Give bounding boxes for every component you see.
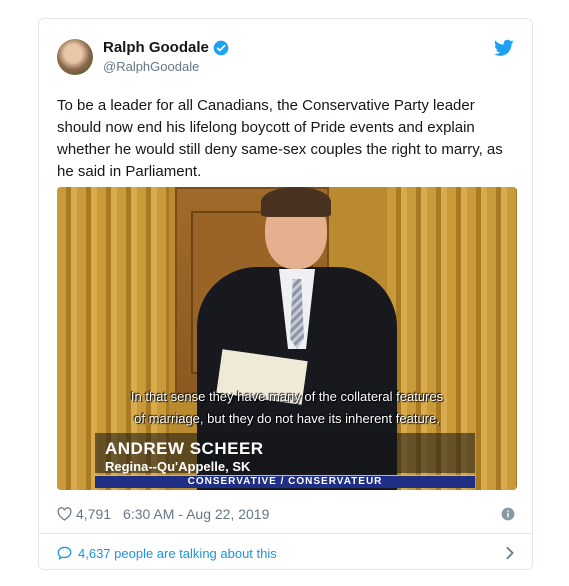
chevron-right-icon[interactable] bbox=[505, 546, 515, 560]
divider bbox=[39, 533, 532, 534]
tweet-card: Ralph Goodale @RalphGoodale To be a lead… bbox=[38, 18, 533, 570]
tweet-meta: 4,791 6:30 AM - Aug 22, 2019 bbox=[57, 503, 517, 525]
name-row: Ralph Goodale bbox=[103, 39, 229, 56]
tweet-header: Ralph Goodale @RalphGoodale bbox=[57, 37, 514, 81]
subtitle-line-1: In that sense they have many of the coll… bbox=[130, 389, 444, 404]
info-icon[interactable] bbox=[501, 507, 515, 521]
heart-icon[interactable] bbox=[57, 507, 72, 521]
avatar[interactable] bbox=[57, 39, 93, 75]
speaker-riding: Regina--Qu'Appelle, SK bbox=[105, 459, 251, 474]
user-handle[interactable]: @RalphGoodale bbox=[103, 59, 199, 74]
speaker-name: ANDREW SCHEER bbox=[105, 439, 264, 458]
like-count[interactable]: 4,791 bbox=[76, 506, 111, 522]
speech-bubble-icon bbox=[57, 546, 72, 560]
conversation-link[interactable]: 4,637 people are talking about this bbox=[57, 543, 517, 563]
speaker-hair bbox=[261, 187, 331, 217]
display-name[interactable]: Ralph Goodale bbox=[103, 39, 209, 56]
timestamp[interactable]: 6:30 AM - Aug 22, 2019 bbox=[123, 506, 269, 522]
talking-count-label[interactable]: 4,637 people are talking about this bbox=[78, 546, 277, 561]
subtitle-line-2: of marriage, but they do not have its in… bbox=[134, 411, 440, 426]
verified-badge-icon bbox=[213, 40, 229, 55]
tweet-text: To be a leader for all Canadians, the Co… bbox=[57, 97, 503, 180]
tweet-video[interactable]: In that sense they have many of the coll… bbox=[57, 187, 517, 490]
party-bar: CONSERVATIVE / CONSERVATEUR bbox=[95, 475, 475, 488]
twitter-bird-icon[interactable] bbox=[494, 39, 514, 57]
